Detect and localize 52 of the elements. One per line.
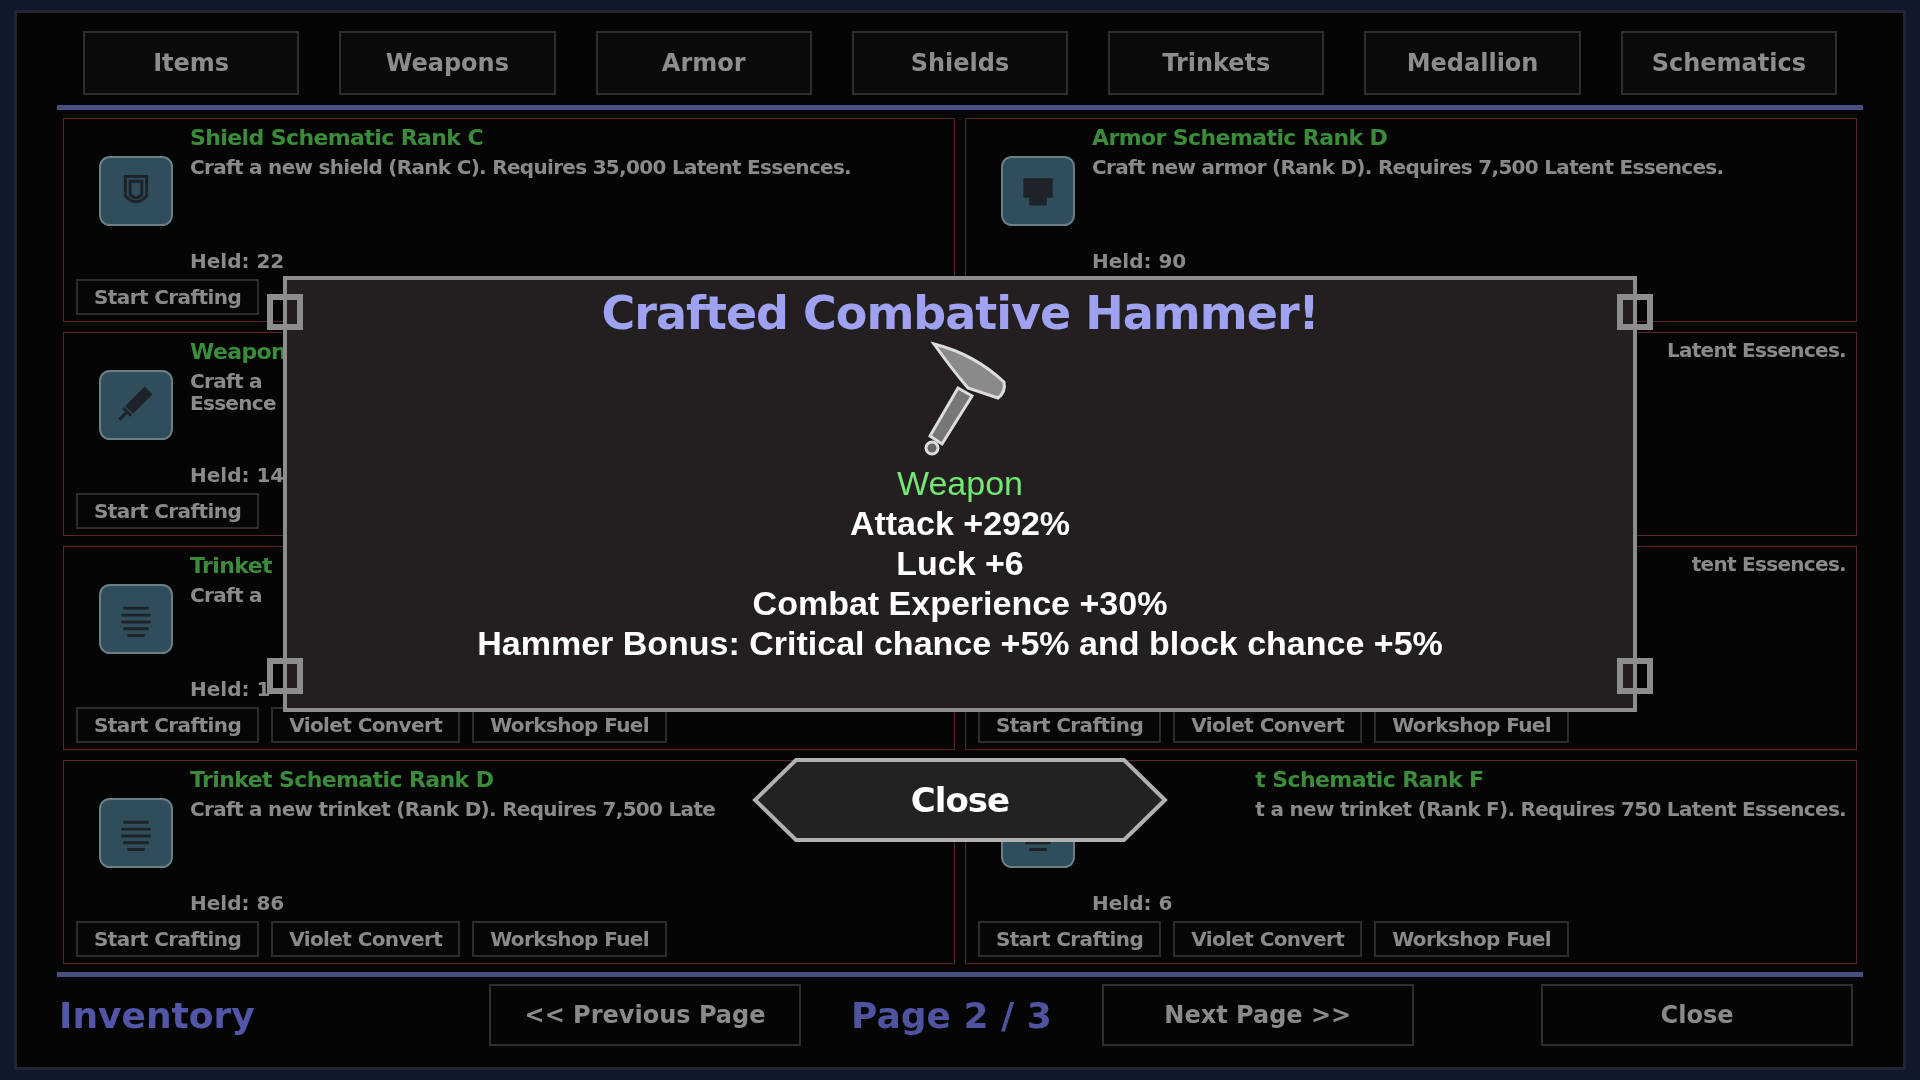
shield-schematic-icon [98, 155, 174, 227]
item-stat: Luck +6 [896, 543, 1024, 583]
held-count: Held: 6 [1092, 891, 1173, 915]
category-tab[interactable]: Shields [851, 31, 1069, 95]
schematic-description: Craft new armor (Rank D). Requires 7,500 Latent Essences. [1092, 156, 1724, 178]
schematic-title: Shield Schematic Rank C [190, 125, 484, 150]
schematic-title: Trinket [190, 553, 272, 578]
action-button[interactable]: Start Crafting [76, 493, 260, 529]
inventory-title: Inventory [59, 994, 256, 1036]
held-count: Held: 14 [190, 463, 285, 487]
category-tab[interactable]: Trinkets [1108, 31, 1325, 95]
action-button[interactable]: Start Crafting [76, 921, 260, 957]
action-button[interactable]: Workshop Fuel [1374, 921, 1570, 957]
action-button[interactable]: Start Crafting [76, 707, 260, 743]
item-stat: Hammer Bonus: Critical chance +5% and block chance +5% [477, 623, 1443, 663]
schematic-description: tent Essences. [1691, 553, 1846, 575]
schematic-description: Craft a [190, 584, 263, 606]
schematic-title: Armor Schematic Rank D [1092, 125, 1389, 150]
category-tab[interactable]: Items [83, 31, 300, 95]
action-button[interactable]: Start Crafting [978, 921, 1162, 957]
schematic-title: t Schematic Rank F [1255, 767, 1485, 792]
close-button[interactable]: Close [1541, 984, 1853, 1046]
schematic-description: Craft a new shield (Rank C). Requires 35,000 Latent Essences. [190, 156, 851, 178]
weapon-schematic-icon [98, 369, 174, 441]
category-tab[interactable]: Armor [595, 31, 812, 95]
category-tab[interactable]: Weapons [339, 31, 556, 95]
item-stat: Combat Experience +30% [752, 583, 1168, 623]
trinket-schematic-icon [98, 797, 174, 869]
dialog-title: Crafted Combative Hammer! [601, 286, 1319, 340]
close-button[interactable]: Close [752, 757, 1168, 843]
item-stat: Attack +292% [849, 503, 1071, 543]
trinket-schematic-icon [98, 583, 174, 655]
schematic-description: Craft a new trinket (Rank D). Requires 7,500 Late [190, 798, 716, 820]
next-page-button[interactable]: Next Page >> [1101, 984, 1414, 1046]
held-count: Held: 86 [190, 891, 285, 915]
held-count: Held: 22 [190, 249, 285, 273]
page-indicator: Page 2 / 3 [851, 994, 1052, 1036]
armor-schematic-icon [1000, 155, 1076, 227]
schematic-description: Craft a Essence [190, 370, 277, 414]
held-count: Held: 90 [1092, 249, 1187, 273]
item-type: Weapon [897, 464, 1023, 503]
action-button[interactable]: Violet Convert [271, 921, 461, 957]
category-tab[interactable]: Medallion [1364, 31, 1581, 95]
action-button[interactable]: Start Crafting [76, 279, 260, 315]
previous-page-button[interactable]: << Previous Page [489, 984, 801, 1046]
schematic-description: Latent Essences. [1666, 339, 1846, 361]
category-tab[interactable]: Schematics [1620, 31, 1837, 95]
action-button[interactable]: Workshop Fuel [472, 921, 668, 957]
schematic-title: Weapon [190, 339, 287, 364]
action-button[interactable]: Violet Convert [1173, 921, 1363, 957]
schematic-description: t a new trinket (Rank F). Requires 750 Latent Essences. [1255, 798, 1846, 820]
schematic-title: Trinket Schematic Rank D [190, 767, 495, 792]
